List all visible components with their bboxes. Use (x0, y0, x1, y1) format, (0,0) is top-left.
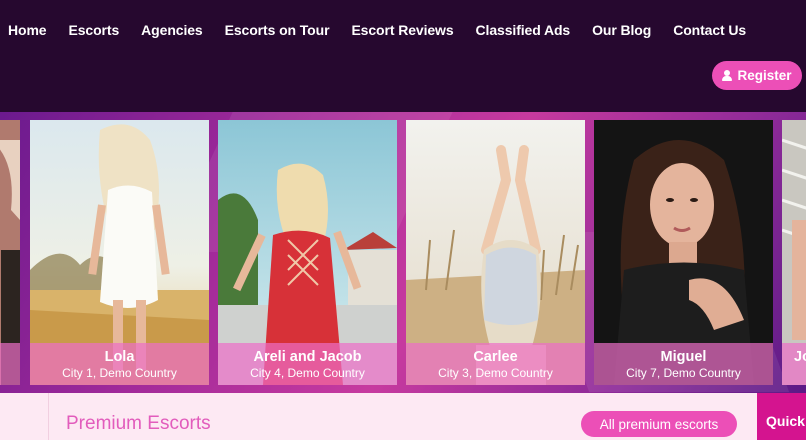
card-label: Miguel City 7, Demo Country (594, 343, 773, 385)
site-header: Home Escorts Agencies Escorts on Tour Es… (0, 0, 806, 112)
divider (48, 393, 49, 440)
escort-name: Carlee (473, 349, 518, 365)
nav-escort-reviews[interactable]: Escort Reviews (351, 22, 453, 38)
quick-search-tab[interactable]: Quick (757, 393, 806, 440)
register-button[interactable]: Register (712, 61, 802, 90)
escort-card[interactable]: Carlee City 3, Demo Country (406, 120, 585, 385)
escort-name: Miguel (660, 349, 707, 365)
escort-name: Areli and Jacob (253, 349, 362, 365)
escort-name: Jo (794, 349, 806, 365)
user-icon (722, 70, 733, 81)
premium-title: Premium Escorts (66, 413, 211, 434)
all-premium-escorts-button[interactable]: All premium escorts (581, 411, 737, 437)
escort-city: City 4, Demo Country (250, 366, 365, 380)
card-label: Areli and Jacob City 4, Demo Country (218, 343, 397, 385)
escort-city: City 3, Demo Country (438, 366, 553, 380)
nav-classified-ads[interactable]: Classified Ads (476, 22, 571, 38)
card-label: Lola City 1, Demo Country (30, 343, 209, 385)
nav-escorts[interactable]: Escorts (69, 22, 120, 38)
nav-agencies[interactable]: Agencies (141, 22, 203, 38)
escort-card[interactable]: Lola City 1, Demo Country (30, 120, 209, 385)
nav-escorts-on-tour[interactable]: Escorts on Tour (225, 22, 330, 38)
escort-card[interactable]: Jo (782, 120, 806, 385)
card-label: Jo (782, 343, 806, 385)
escort-city: City 1, Demo Country (62, 366, 177, 380)
escort-card[interactable] (0, 120, 20, 385)
escort-card[interactable]: Miguel City 7, Demo Country (594, 120, 773, 385)
nav-home[interactable]: Home (8, 22, 47, 38)
escort-city: City 7, Demo Country (626, 366, 741, 380)
escort-card[interactable]: Areli and Jacob City 4, Demo Country (218, 120, 397, 385)
card-label: Carlee City 3, Demo Country (406, 343, 585, 385)
premium-section: Premium Escorts All premium escorts Quic… (0, 393, 806, 440)
nav-contact-us[interactable]: Contact Us (673, 22, 746, 38)
nav-our-blog[interactable]: Our Blog (592, 22, 651, 38)
escort-name: Lola (104, 349, 135, 365)
main-nav: Home Escorts Agencies Escorts on Tour Es… (0, 19, 760, 41)
escort-carousel: Lola City 1, Demo Country Areli and Jaco… (0, 112, 806, 393)
card-label (0, 343, 20, 385)
register-label: Register (737, 68, 792, 83)
